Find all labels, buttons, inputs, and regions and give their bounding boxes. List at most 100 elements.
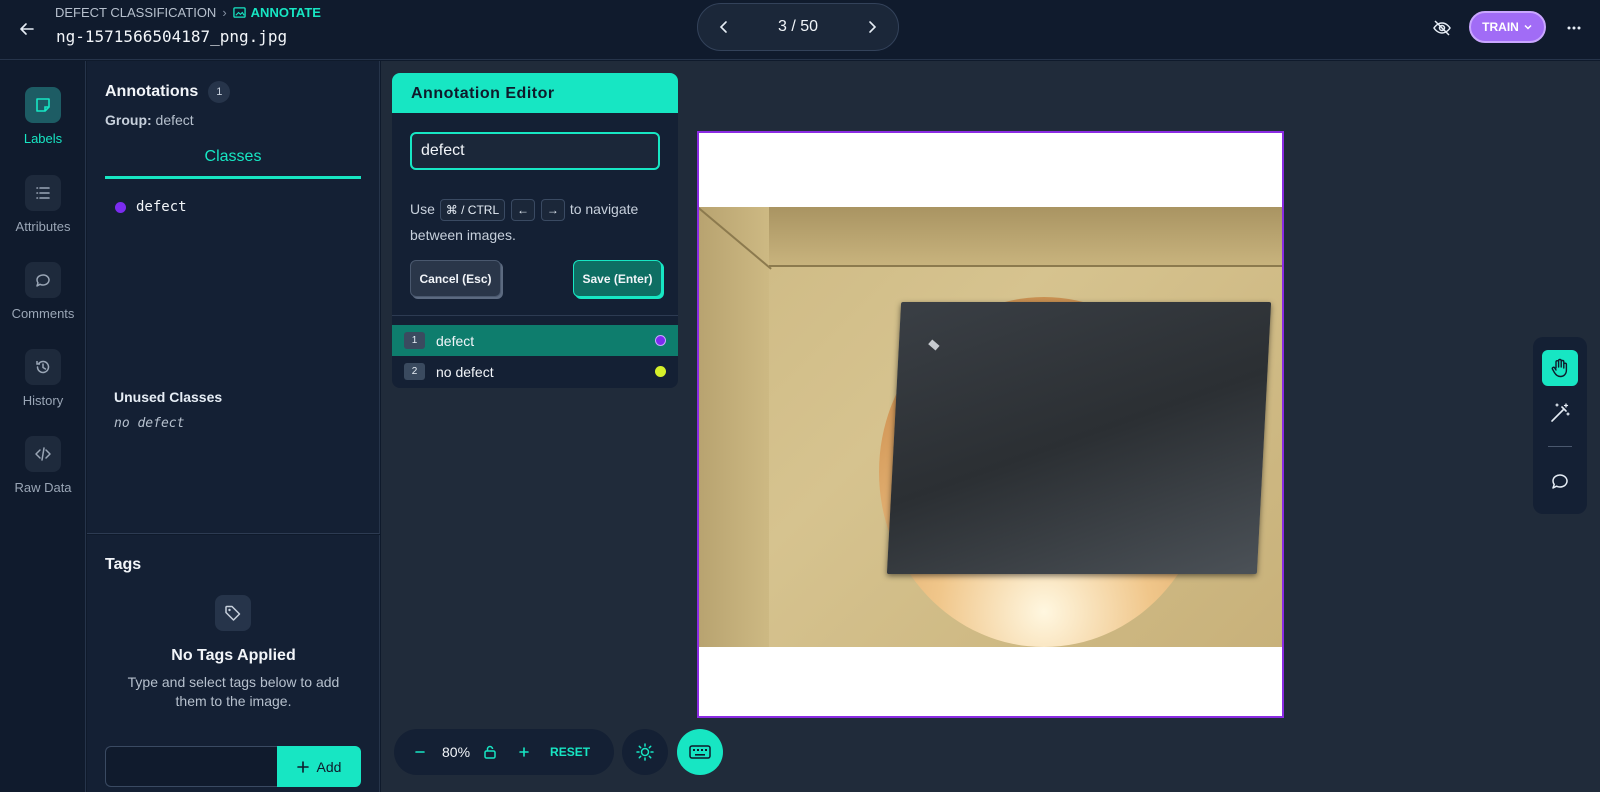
device-mark <box>928 339 940 351</box>
zoom-out-button[interactable] <box>408 740 432 764</box>
more-menu-button[interactable] <box>1560 14 1588 42</box>
history-icon <box>25 349 61 385</box>
no-tags-title: No Tags Applied <box>171 647 296 664</box>
back-button[interactable] <box>12 14 42 44</box>
magic-wand-tool-button[interactable] <box>1542 395 1578 431</box>
rail-label: Comments <box>11 306 75 321</box>
kbd-right: → <box>540 199 565 221</box>
minus-icon <box>415 751 425 753</box>
list-icon <box>25 175 61 211</box>
tab-classes[interactable]: Classes <box>105 141 361 179</box>
group-line: Group: defect <box>105 112 194 128</box>
zoom-toolbar: 80% RESET <box>394 729 614 775</box>
hint-use: Use <box>410 201 435 217</box>
option-number: 2 <box>404 363 425 380</box>
brightness-button[interactable] <box>622 729 668 775</box>
group-label: Group: <box>105 112 152 128</box>
option-number: 1 <box>404 332 425 349</box>
class-search-input[interactable] <box>410 132 660 170</box>
comment-icon <box>25 262 61 298</box>
box-wall-top <box>699 207 1282 267</box>
plus-icon <box>296 760 309 773</box>
keyboard-shortcuts-button[interactable] <box>677 729 723 775</box>
option-label: defect <box>436 332 475 349</box>
more-horizontal-icon <box>1567 26 1581 30</box>
tag-input[interactable] <box>105 746 277 787</box>
train-label: TRAIN <box>1482 20 1519 34</box>
chevron-right-icon: › <box>222 5 227 20</box>
left-rail: Labels Attributes Comments History Raw D… <box>0 61 86 792</box>
rail-item-raw-data[interactable]: Raw Data <box>0 436 86 495</box>
rail-label: Attributes <box>15 219 71 234</box>
save-button[interactable]: Save (Enter) <box>573 260 662 297</box>
unlock-icon <box>484 745 496 759</box>
chevron-down-icon <box>1524 24 1532 30</box>
zoom-lock-button[interactable] <box>478 740 502 764</box>
breadcrumb: DEFECT CLASSIFICATION › ANNOTATE <box>55 5 321 20</box>
unused-class-item[interactable]: no defect <box>114 416 184 431</box>
tag-icon <box>215 595 251 631</box>
magic-wand-icon <box>1551 403 1570 422</box>
arrow-left-icon <box>20 23 34 35</box>
class-color-dot <box>115 201 126 213</box>
annotation-count-badge: 1 <box>208 81 231 103</box>
annotated-image[interactable] <box>697 131 1284 718</box>
sun-icon <box>636 743 654 761</box>
canvas-tools <box>1533 337 1587 514</box>
hide-annotations-button[interactable] <box>1428 14 1456 42</box>
prev-image-button[interactable] <box>712 15 736 39</box>
next-image-button[interactable] <box>860 15 884 39</box>
zoom-level: 80% <box>442 744 471 760</box>
option-color-dot <box>655 366 666 377</box>
rail-item-labels[interactable]: Labels <box>0 87 86 146</box>
image-icon <box>232 7 246 18</box>
unused-classes-heading: Unused Classes <box>114 389 223 405</box>
class-name: defect <box>136 199 187 215</box>
reset-zoom-button[interactable]: RESET <box>550 745 590 759</box>
rail-item-history[interactable]: History <box>0 349 86 408</box>
eye-off-icon <box>1433 20 1451 36</box>
annotations-heading: Annotations 1 <box>105 81 231 103</box>
top-bar: DEFECT CLASSIFICATION › ANNOTATE ng-1571… <box>0 0 1600 60</box>
annotation-editor: Annotation Editor Use ⌘ / CTRL ← → to na… <box>392 73 678 388</box>
add-tag-button[interactable]: Add <box>277 746 361 787</box>
navigation-hint: Use ⌘ / CTRL ← → to navigate between ima… <box>410 196 665 248</box>
breadcrumb-project[interactable]: DEFECT CLASSIFICATION <box>55 5 216 20</box>
rail-item-comments[interactable]: Comments <box>0 262 86 321</box>
chevron-left-icon <box>719 21 727 33</box>
class-item[interactable]: defect <box>115 199 187 215</box>
plus-icon <box>519 747 529 757</box>
class-option-defect[interactable]: 1 defect <box>392 325 678 356</box>
keyboard-icon <box>689 745 711 759</box>
annotations-title: Annotations <box>105 83 199 100</box>
kbd-modifier: ⌘ / CTRL <box>439 199 506 221</box>
chevron-right-icon <box>869 21 877 33</box>
rail-item-attributes[interactable]: Attributes <box>0 175 86 234</box>
zoom-in-button[interactable] <box>512 740 536 764</box>
divider <box>1548 446 1572 447</box>
rail-label: History <box>22 393 64 408</box>
comment-icon <box>1552 474 1568 489</box>
divider <box>392 315 678 316</box>
file-name: ng-1571566504187_png.jpg <box>56 27 288 46</box>
breadcrumb-current-label: ANNOTATE <box>250 5 321 20</box>
image-pager: 3 / 50 <box>697 3 899 51</box>
option-color-dot <box>655 335 666 346</box>
comment-tool-button[interactable] <box>1542 463 1578 499</box>
rail-label: Raw Data <box>14 480 72 495</box>
option-label: no defect <box>436 363 494 380</box>
annotations-panel: Annotations 1 Group: defect Classes defe… <box>87 61 380 534</box>
no-tags-description: Type and select tags below to add them t… <box>127 674 340 709</box>
breadcrumb-current: ANNOTATE <box>232 5 321 20</box>
annotation-editor-title: Annotation Editor <box>392 73 678 113</box>
fold-line <box>769 265 1282 267</box>
device <box>886 302 1272 574</box>
rail-label: Labels <box>23 131 63 146</box>
pan-tool-button[interactable] <box>1542 350 1578 386</box>
tags-heading: Tags <box>105 556 142 573</box>
box-wall-left <box>699 207 769 647</box>
class-option-no-defect[interactable]: 2 no defect <box>392 356 678 387</box>
cancel-button[interactable]: Cancel (Esc) <box>410 260 501 297</box>
train-button[interactable]: TRAIN <box>1469 11 1546 43</box>
product-photo <box>699 207 1282 647</box>
